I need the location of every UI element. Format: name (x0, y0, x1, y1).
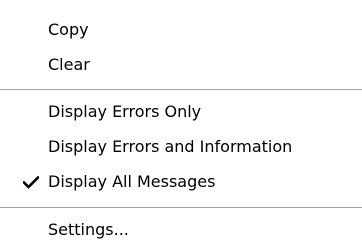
menu-separator (0, 89, 362, 91)
menu-item-settings[interactable]: Settings... (0, 213, 362, 247)
menu-item-copy[interactable]: Copy (0, 13, 362, 47)
menu-item-display-errors-and-information[interactable]: Display Errors and Information (0, 130, 362, 164)
menu-item-label: Display Errors and Information (48, 137, 293, 156)
menu-item-clear[interactable]: Clear (0, 48, 362, 82)
menu-item-label: Clear (48, 55, 90, 74)
context-menu: Copy Clear Display Errors Only Display E… (0, 0, 362, 243)
menu-item-display-all-messages[interactable]: Display All Messages (0, 165, 362, 199)
menu-item-display-errors-only[interactable]: Display Errors Only (0, 95, 362, 129)
menu-separator (0, 207, 362, 209)
checkmark-icon (23, 176, 39, 189)
menu-item-label: Copy (48, 20, 89, 39)
menu-item-label: Display Errors Only (48, 102, 202, 121)
menu-item-label: Display All Messages (48, 172, 216, 191)
menu-item-label: Settings... (48, 220, 129, 239)
